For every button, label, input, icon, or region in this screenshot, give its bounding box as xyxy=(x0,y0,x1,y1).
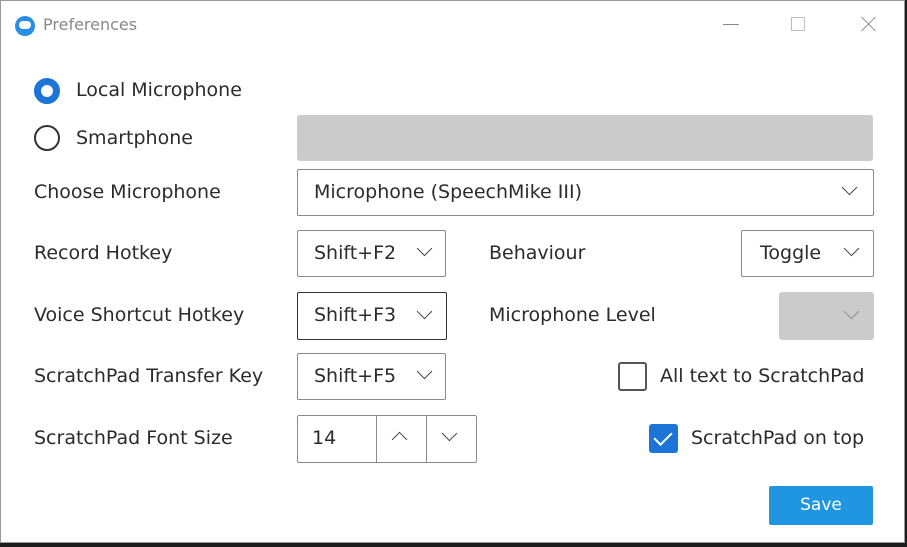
choose-microphone-label: Choose Microphone xyxy=(34,181,221,203)
microphone-level-label: Microphone Level xyxy=(489,304,656,326)
chevron-down-icon xyxy=(842,305,862,325)
minimize-icon[interactable] xyxy=(719,12,743,36)
record-hotkey-label: Record Hotkey xyxy=(34,242,173,264)
chevron-down-icon xyxy=(842,242,862,262)
font-size-value[interactable]: 14 xyxy=(312,427,336,449)
preferences-window: Preferences Local Microphone Smartphone … xyxy=(0,0,905,543)
voice-shortcut-hotkey-value: Shift+F3 xyxy=(314,304,397,326)
font-size-label: ScratchPad Font Size xyxy=(34,427,233,449)
close-icon[interactable] xyxy=(857,12,881,36)
maximize-icon[interactable] xyxy=(787,12,811,36)
on-top-label[interactable]: ScratchPad on top xyxy=(691,427,864,449)
microphone-select[interactable]: Microphone (SpeechMike III) xyxy=(297,169,874,216)
chevron-down-icon xyxy=(840,181,860,201)
microphone-select-value: Microphone (SpeechMike III) xyxy=(314,181,582,203)
smartphone-device-field xyxy=(297,115,873,161)
behaviour-label: Behaviour xyxy=(489,242,586,264)
app-logo-icon xyxy=(15,16,35,36)
voice-shortcut-hotkey-label: Voice Shortcut Hotkey xyxy=(34,304,245,326)
all-text-label[interactable]: All text to ScratchPad xyxy=(660,365,864,387)
transfer-key-select[interactable]: Shift+F5 xyxy=(297,353,446,400)
font-size-spinner: 14 xyxy=(297,415,477,463)
chevron-down-icon xyxy=(440,427,460,447)
chevron-down-icon xyxy=(415,305,435,325)
chevron-down-icon xyxy=(415,242,435,262)
all-text-checkbox[interactable] xyxy=(618,362,647,391)
voice-shortcut-hotkey-select[interactable]: Shift+F3 xyxy=(297,292,447,340)
record-hotkey-select[interactable]: Shift+F2 xyxy=(297,230,446,277)
smartphone-label[interactable]: Smartphone xyxy=(76,127,193,149)
chevron-down-icon xyxy=(415,365,435,385)
smartphone-radio[interactable] xyxy=(34,125,60,151)
behaviour-select[interactable]: Toggle xyxy=(741,230,874,277)
save-button[interactable]: Save xyxy=(769,486,873,525)
chevron-up-icon xyxy=(390,427,410,447)
decrement-button[interactable] xyxy=(426,416,476,462)
increment-button[interactable] xyxy=(376,416,426,462)
behaviour-value: Toggle xyxy=(760,242,822,264)
local-microphone-label[interactable]: Local Microphone xyxy=(76,79,242,101)
local-microphone-radio[interactable] xyxy=(34,78,60,104)
microphone-level-select xyxy=(779,292,874,340)
record-hotkey-value: Shift+F2 xyxy=(314,242,397,264)
title-bar[interactable]: Preferences xyxy=(1,1,904,49)
transfer-key-value: Shift+F5 xyxy=(314,365,397,387)
on-top-checkbox[interactable] xyxy=(649,424,678,453)
window-title: Preferences xyxy=(43,15,138,34)
transfer-key-label: ScratchPad Transfer Key xyxy=(34,365,264,387)
